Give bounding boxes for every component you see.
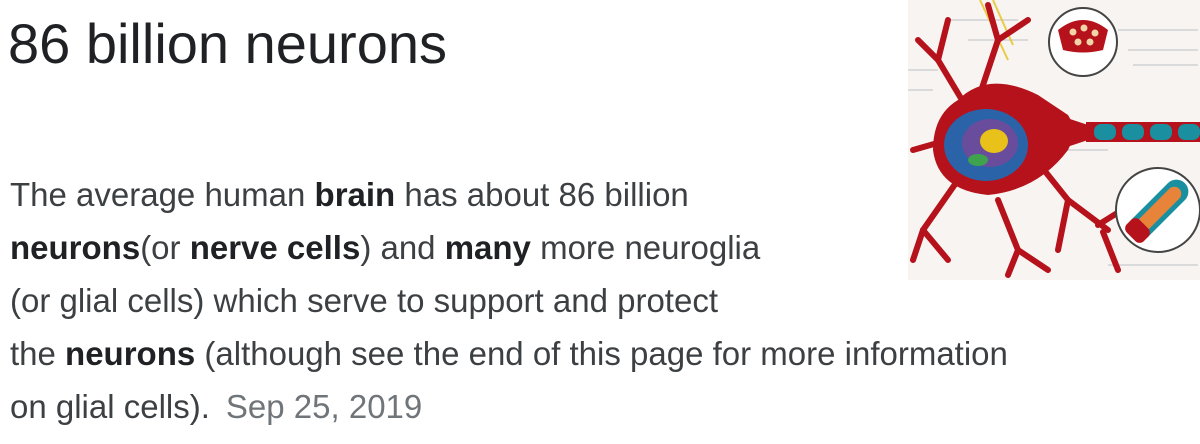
snippet-date: Sep 25, 2019: [225, 388, 423, 425]
snippet-text: (although see the end of this page for m…: [195, 335, 1008, 372]
answer-headline: 86 billion neurons: [8, 12, 447, 75]
snippet-text: ) and: [360, 229, 445, 266]
snippet-text: (or glial cells) which serve to support …: [10, 282, 718, 319]
snippet-bold-text: brain: [314, 176, 396, 213]
snippet-line: on glial cells). Sep 25, 2019: [10, 380, 1190, 433]
snippet-bold-text: neurons: [10, 229, 141, 266]
snippet-text: (or: [140, 229, 190, 266]
featured-snippet-card: 86 billion neurons The average human bra…: [0, 0, 1200, 444]
neuron-diagram-icon: [908, 0, 1200, 280]
snippet-bold-text: neurons: [65, 335, 196, 372]
snippet-bold-text: nerve cells: [189, 229, 361, 266]
snippet-text: on glial cells).: [10, 388, 210, 425]
snippet-text: The average human: [10, 176, 315, 213]
snippet-line: the neurons (although see the end of thi…: [10, 327, 1190, 380]
snippet-line: (or glial cells) which serve to support …: [10, 274, 1190, 327]
snippet-text: has about 86 billion: [395, 176, 689, 213]
snippet-text: the: [10, 335, 66, 372]
snippet-text: more neuroglia: [530, 229, 761, 266]
snippet-bold-text: many: [444, 229, 531, 266]
neuron-diagram-image[interactable]: [908, 0, 1200, 280]
